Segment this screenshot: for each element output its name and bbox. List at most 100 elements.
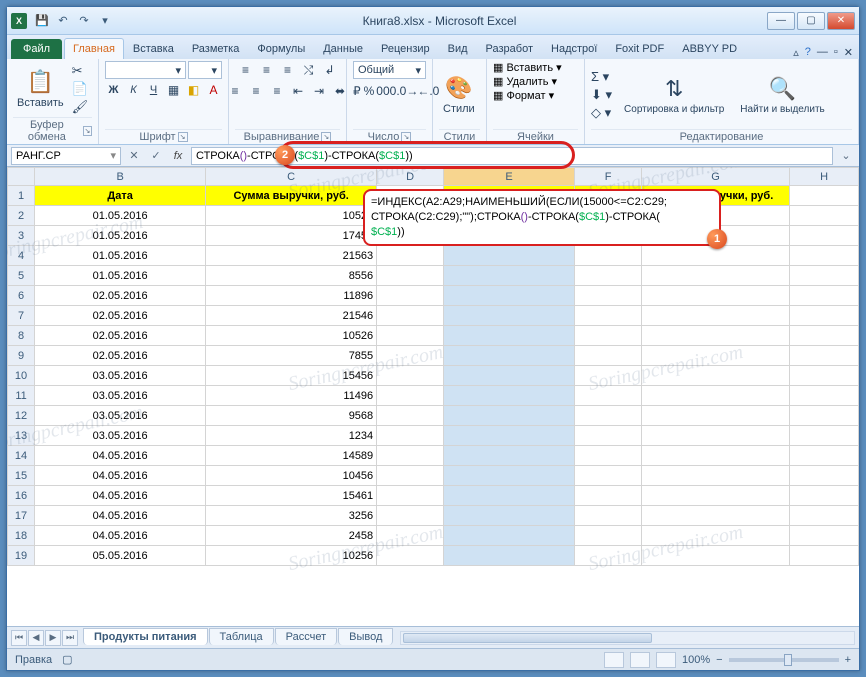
cell[interactable]	[443, 446, 574, 466]
cell[interactable]	[790, 186, 859, 206]
table-row[interactable]: 1504.05.201610456	[8, 466, 859, 486]
cell[interactable]	[642, 406, 790, 426]
row-header[interactable]: 4	[8, 246, 35, 266]
minimize-button[interactable]: —	[767, 12, 795, 30]
cell[interactable]: 03.05.2016	[35, 426, 206, 446]
cell[interactable]: 11896	[206, 286, 377, 306]
cell[interactable]	[790, 386, 859, 406]
underline-icon[interactable]: Ч	[145, 81, 162, 99]
sheet-nav-last-icon[interactable]: ⏭	[62, 630, 78, 646]
cell[interactable]	[642, 346, 790, 366]
cell[interactable]	[377, 306, 444, 326]
cell[interactable]	[377, 406, 444, 426]
format-cells-button[interactable]: ▦ Формат ▾	[493, 89, 554, 102]
orientation-icon[interactable]: ⤭	[300, 61, 318, 79]
row-header[interactable]: 12	[8, 406, 35, 426]
dialog-launcher-icon[interactable]: ↘	[401, 132, 411, 142]
cut-icon[interactable]: ✂	[72, 63, 89, 79]
cell[interactable]	[575, 306, 642, 326]
cell[interactable]	[377, 326, 444, 346]
cell[interactable]	[642, 326, 790, 346]
cell[interactable]	[377, 466, 444, 486]
cell[interactable]: 04.05.2016	[35, 506, 206, 526]
select-all-corner[interactable]	[8, 168, 35, 186]
macro-record-icon[interactable]: ▢	[62, 653, 72, 666]
number-format-combo[interactable]: Общий▾	[353, 61, 426, 79]
help-icon[interactable]: ?	[805, 46, 811, 59]
autosum-icon[interactable]: Σ ▾	[591, 69, 612, 85]
cell[interactable]: 10526	[206, 326, 377, 346]
ribbon-tab[interactable]: Надстрої	[542, 38, 606, 59]
row-header[interactable]: 10	[8, 366, 35, 386]
dialog-launcher-icon[interactable]: ↘	[178, 132, 188, 142]
border-icon[interactable]: ▦	[165, 81, 182, 99]
cell[interactable]	[575, 366, 642, 386]
cell[interactable]: Сумма выручки, руб.	[206, 186, 377, 206]
cell[interactable]	[575, 246, 642, 266]
row-header[interactable]: 19	[8, 546, 35, 566]
column-headers[interactable]: BCD EFGH	[8, 168, 859, 186]
cell[interactable]: 14589	[206, 446, 377, 466]
align-center-icon[interactable]: ≡	[247, 82, 265, 100]
zoom-slider[interactable]	[729, 658, 839, 662]
align-right-icon[interactable]: ≡	[268, 82, 286, 100]
cell[interactable]	[642, 446, 790, 466]
cell[interactable]	[790, 406, 859, 426]
close-button[interactable]: ✕	[827, 12, 855, 30]
cell[interactable]	[790, 266, 859, 286]
cell[interactable]	[377, 386, 444, 406]
cell[interactable]: 02.05.2016	[35, 346, 206, 366]
table-row[interactable]: 1203.05.20169568	[8, 406, 859, 426]
qat-dropdown-icon[interactable]: ▾	[96, 12, 114, 30]
cell[interactable]	[642, 526, 790, 546]
ribbon-tab[interactable]: Вставка	[124, 38, 183, 59]
cell[interactable]	[443, 526, 574, 546]
ribbon-tab[interactable]: Разметка	[183, 38, 249, 59]
row-header[interactable]: 16	[8, 486, 35, 506]
cell[interactable]: 01.05.2016	[35, 266, 206, 286]
cell[interactable]	[377, 506, 444, 526]
sheet-nav-prev-icon[interactable]: ◀	[28, 630, 44, 646]
zoom-out-button[interactable]: −	[716, 654, 722, 666]
cell[interactable]: 03.05.2016	[35, 406, 206, 426]
cell[interactable]	[443, 306, 574, 326]
cell[interactable]: 01.05.2016	[35, 246, 206, 266]
cell[interactable]	[790, 206, 859, 226]
cell[interactable]	[443, 466, 574, 486]
font-size-combo[interactable]: ▾	[188, 61, 222, 79]
sheet-tab[interactable]: Рассчет	[275, 628, 338, 645]
cell[interactable]	[377, 246, 444, 266]
cell[interactable]: 02.05.2016	[35, 326, 206, 346]
cell[interactable]	[575, 426, 642, 446]
cell[interactable]	[443, 546, 574, 566]
undo-icon[interactable]: ↶	[54, 12, 72, 30]
table-row[interactable]: 902.05.20167855	[8, 346, 859, 366]
table-row[interactable]: 1003.05.201615456	[8, 366, 859, 386]
copy-icon[interactable]: 📄	[72, 81, 89, 97]
cell[interactable]: 15461	[206, 486, 377, 506]
cell[interactable]: 03.05.2016	[35, 366, 206, 386]
sheet-tab[interactable]: Таблица	[209, 628, 274, 645]
cell[interactable]: 7855	[206, 346, 377, 366]
wrap-text-icon[interactable]: ↲	[321, 61, 339, 79]
cell[interactable]	[790, 326, 859, 346]
cell[interactable]	[575, 486, 642, 506]
comma-icon[interactable]: 000	[377, 82, 395, 100]
cell[interactable]	[443, 506, 574, 526]
row-header[interactable]: 5	[8, 266, 35, 286]
spreadsheet-grid[interactable]: BCD EFGH 1ДатаСумма выручки, руб.Наимено…	[7, 167, 859, 626]
cell[interactable]	[443, 386, 574, 406]
cell[interactable]	[790, 486, 859, 506]
cell[interactable]: 9568	[206, 406, 377, 426]
row-header[interactable]: 17	[8, 506, 35, 526]
cell[interactable]	[790, 366, 859, 386]
sheet-nav-first-icon[interactable]: ⏮	[11, 630, 27, 646]
cancel-formula-icon[interactable]: ✕	[125, 147, 143, 165]
cell[interactable]	[790, 226, 859, 246]
sheet-nav-next-icon[interactable]: ▶	[45, 630, 61, 646]
cell[interactable]: Дата	[35, 186, 206, 206]
cell[interactable]: 10256	[206, 546, 377, 566]
name-box[interactable]: РАНГ.СР▾	[11, 147, 121, 165]
row-header[interactable]: 18	[8, 526, 35, 546]
cell[interactable]	[642, 386, 790, 406]
